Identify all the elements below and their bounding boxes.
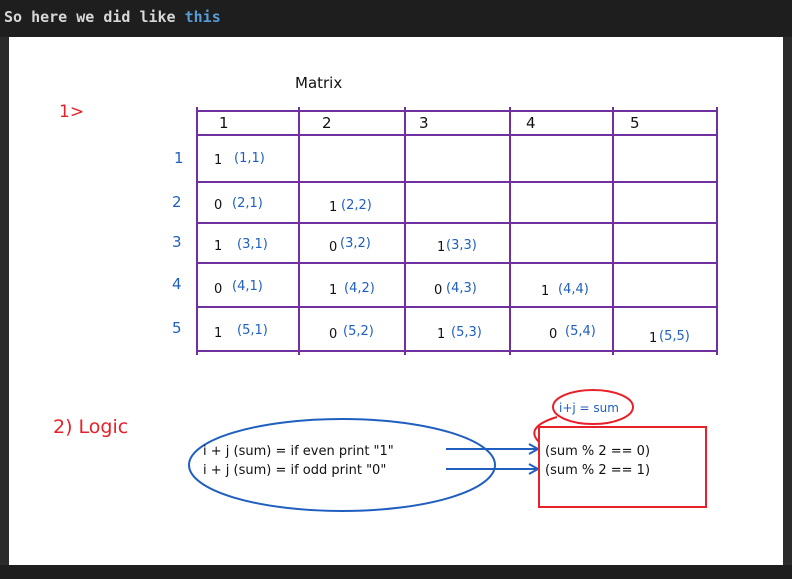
section-1-marker: 1>	[59, 102, 84, 122]
cell-4-3-coord: (4,3)	[446, 281, 477, 296]
logic-arrows	[446, 443, 541, 475]
cell-5-2-coord: (5,2)	[343, 324, 374, 339]
cell-2-1-coord: (2,1)	[232, 196, 263, 211]
cell-1-1-value: 1	[214, 153, 222, 168]
cell-4-4-coord: (4,4)	[558, 282, 589, 297]
cell-5-1-value: 1	[214, 326, 222, 341]
cell-1-1-coord: (1,1)	[234, 151, 265, 166]
sum-note-pointer	[533, 416, 558, 443]
cell-4-4-value: 1	[541, 284, 549, 299]
cell-3-2-coord: (3,2)	[340, 236, 371, 251]
logic-line-odd: i + j (sum) = if odd print "0"	[203, 463, 386, 478]
cell-5-1-coord: (5,1)	[237, 323, 268, 338]
sum-note: i+j = sum	[559, 401, 619, 415]
cell-3-1-value: 1	[214, 239, 222, 254]
whiteboard-drawing: 1> Matrix 1 2 3 4 5 1 2 3 4 5 1 (1,1) 0 …	[53, 74, 718, 512]
condition-odd: (sum % 2 == 1)	[545, 463, 650, 478]
cell-5-2-value: 0	[329, 327, 337, 342]
cell-2-2-coord: (2,2)	[341, 198, 372, 213]
cell-3-3-coord: (3,3)	[446, 238, 477, 253]
cell-5-3-value: 1	[437, 327, 445, 342]
row-label-4: 4	[172, 275, 182, 293]
column-header-1: 1	[219, 114, 229, 132]
bottom-bar	[0, 565, 792, 579]
row-label-1: 1	[174, 149, 184, 167]
column-header-4: 4	[526, 114, 536, 132]
header-text: So here we did like this	[4, 8, 221, 26]
cell-5-5-value: 1	[649, 331, 657, 346]
cell-4-2-value: 1	[329, 283, 337, 298]
logic-line-even: i + j (sum) = if even print "1"	[203, 444, 394, 459]
cell-5-4-coord: (5,4)	[565, 324, 596, 339]
condition-even: (sum % 2 == 0)	[545, 444, 650, 459]
column-header-3: 3	[419, 114, 429, 132]
cell-3-1-coord: (3,1)	[237, 237, 268, 252]
cell-5-5-coord: (5,5)	[659, 329, 690, 344]
header-text-plain: So here we did like	[4, 8, 185, 26]
title-bar: So here we did like this	[0, 0, 792, 37]
whiteboard-canvas: 1> Matrix 1 2 3 4 5 1 2 3 4 5 1 (1,1) 0 …	[9, 37, 783, 565]
cell-4-2-coord: (4,2)	[344, 281, 375, 296]
row-label-3: 3	[172, 233, 182, 251]
column-header-5: 5	[630, 114, 640, 132]
cell-2-1-value: 0	[214, 198, 222, 213]
cell-4-1-coord: (4,1)	[232, 279, 263, 294]
cell-4-1-value: 0	[214, 282, 222, 297]
column-header-2: 2	[322, 114, 332, 132]
cell-2-2-value: 1	[329, 200, 337, 215]
row-label-5: 5	[172, 319, 182, 337]
cell-3-2-value: 0	[329, 240, 337, 255]
cell-4-3-value: 0	[434, 283, 442, 298]
row-label-2: 2	[172, 193, 182, 211]
cell-3-3-value: 1	[437, 240, 445, 255]
cell-5-4-value: 0	[549, 327, 557, 342]
section-2-label: 2) Logic	[53, 416, 128, 438]
matrix-title: Matrix	[295, 74, 342, 92]
matrix-grid	[196, 107, 718, 355]
header-text-keyword: this	[184, 8, 221, 26]
cell-5-3-coord: (5,3)	[451, 325, 482, 340]
